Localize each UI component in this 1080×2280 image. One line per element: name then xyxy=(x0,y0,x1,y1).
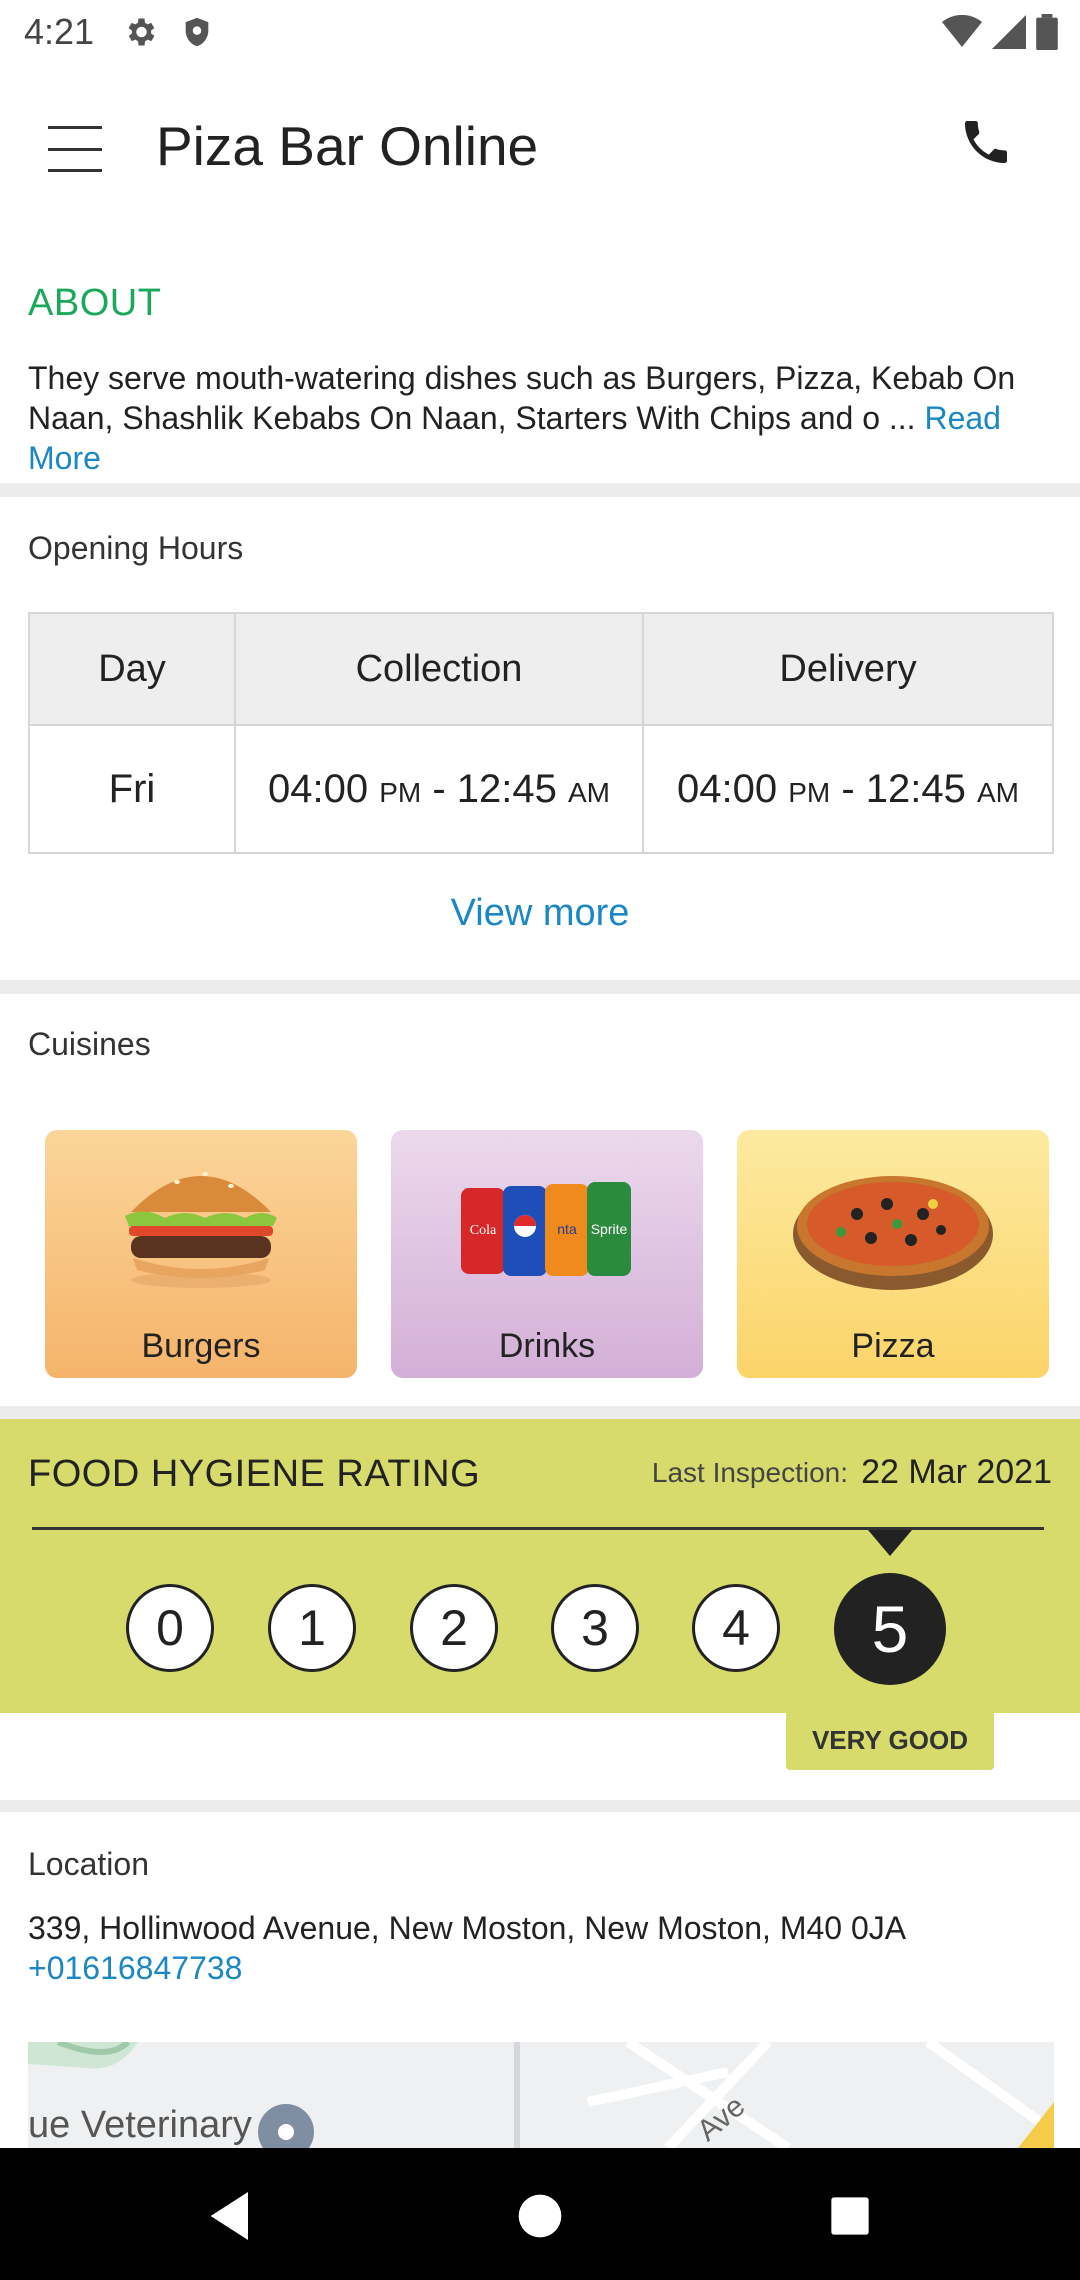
delivery-open-time: 04:00 xyxy=(676,766,778,811)
rating-3: 3 xyxy=(551,1584,639,1672)
location-address: 339, Hollinwood Avenue, New Moston, New … xyxy=(28,1910,907,1946)
home-icon[interactable] xyxy=(508,2184,572,2248)
delivery-close-suffix: AM xyxy=(977,776,1019,808)
header-delivery: Delivery xyxy=(642,612,1054,726)
delivery-open-suffix: PM xyxy=(788,776,831,808)
cuisines-title: Cuisines xyxy=(28,1026,151,1062)
menu-hamburger-icon[interactable] xyxy=(48,126,104,172)
battery-icon xyxy=(1036,14,1058,55)
delivery-close-time: 12:45 xyxy=(865,766,966,811)
svg-text:Cola: Cola xyxy=(470,1223,497,1238)
system-navigation-bar xyxy=(0,2148,1080,2280)
hygiene-title: FOOD HYGIENE RATING xyxy=(28,1453,481,1495)
header-collection: Collection xyxy=(234,612,644,726)
opening-hours-table: Day Collection Delivery Fri 04:00 PM - 1… xyxy=(28,612,1054,854)
collection-open-time: 04:00 xyxy=(267,766,369,811)
section-divider xyxy=(0,980,1080,994)
rating-2: 2 xyxy=(410,1584,498,1672)
view-more-link[interactable]: View more xyxy=(0,892,1080,935)
about-description: They serve mouth-watering dishes such as… xyxy=(28,360,1016,436)
back-icon[interactable] xyxy=(200,2184,264,2248)
header-day: Day xyxy=(28,612,236,726)
collection-open-suffix: PM xyxy=(379,776,422,808)
cell-collection: 04:00 PM - 12:45 AM xyxy=(234,724,644,854)
location-title: Location xyxy=(28,1846,149,1882)
location-phone-link[interactable]: +01616847738 xyxy=(28,1950,242,1987)
status-time: 4:21 xyxy=(24,11,95,52)
rating-4: 4 xyxy=(692,1584,780,1672)
table-row: Fri 04:00 PM - 12:45 AM 04:00 PM - 12:45… xyxy=(28,724,1054,854)
section-divider xyxy=(0,1406,1080,1419)
food-hygiene-rating-panel: FOOD HYGIENE RATING Last Inspection: 22 … xyxy=(0,1419,1080,1713)
burger-icon xyxy=(125,1172,277,1288)
page-title: Piza Bar Online xyxy=(156,115,539,177)
about-text: They serve mouth-watering dishes such as… xyxy=(28,358,1058,478)
cell-delivery: 04:00 PM - 12:45 AM xyxy=(642,724,1054,854)
settings-gear-icon xyxy=(122,14,158,50)
wifi-icon xyxy=(942,14,982,54)
svg-text:nta: nta xyxy=(557,1221,577,1237)
last-inspection-label: Last Inspection: xyxy=(651,1457,848,1488)
collection-close-time: 12:45 xyxy=(456,766,557,811)
phone-call-icon[interactable] xyxy=(958,114,1022,178)
pizza-icon xyxy=(793,1176,993,1290)
shield-icon xyxy=(180,14,214,50)
cell-signal-icon xyxy=(992,15,1026,54)
recents-icon[interactable] xyxy=(818,2184,882,2248)
section-divider xyxy=(0,483,1080,497)
rating-5-selected: 5 xyxy=(834,1573,946,1685)
cell-day: Fri xyxy=(28,724,236,854)
rating-1: 1 xyxy=(268,1584,356,1672)
section-divider xyxy=(0,1800,1080,1812)
map-place-label: ue Veterinary xyxy=(28,2104,252,2146)
cuisine-label: Drinks xyxy=(498,1327,596,1365)
rating-pointer-icon xyxy=(868,1530,912,1556)
cuisine-card-burgers[interactable]: Burgers xyxy=(45,1130,357,1378)
cuisine-label: Burgers xyxy=(141,1327,261,1365)
rating-0: 0 xyxy=(126,1584,214,1672)
about-heading: ABOUT xyxy=(28,282,162,324)
location-map[interactable]: ue Veterinary Ave xyxy=(28,2042,1054,2148)
opening-hours-title: Opening Hours xyxy=(28,530,244,566)
status-bar: 4:21 xyxy=(0,0,1080,64)
last-inspection-date: 22 Mar 2021 xyxy=(861,1453,1052,1491)
svg-text:Sprite: Sprite xyxy=(591,1221,628,1237)
rating-verdict-badge: VERY GOOD xyxy=(786,1710,994,1770)
table-header-row: Day Collection Delivery xyxy=(28,612,1054,726)
cuisine-card-drinks[interactable]: Cola nta Sprite Drinks xyxy=(391,1130,703,1378)
soda-cans-icon: Cola nta Sprite xyxy=(461,1182,631,1276)
collection-close-suffix: AM xyxy=(568,776,610,808)
cuisine-label: Pizza xyxy=(851,1327,935,1365)
app-bar: Piza Bar Online xyxy=(0,64,1080,234)
cuisine-card-pizza[interactable]: Pizza xyxy=(737,1130,1049,1378)
